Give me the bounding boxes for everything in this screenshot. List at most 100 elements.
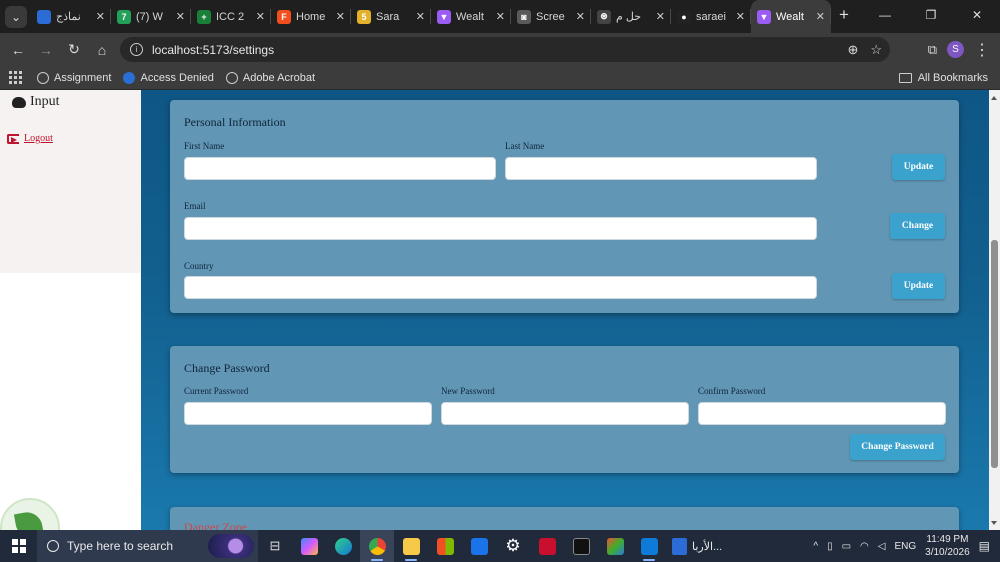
browser-tab[interactable]: ▼ Wealt ✕ (431, 0, 511, 33)
tab-favicon-icon: + (197, 9, 211, 24)
battery-icon[interactable]: ▭ (842, 541, 851, 552)
zoom-icon[interactable]: ⊕ (847, 42, 858, 58)
browser-tab[interactable]: F Home ✕ (271, 0, 351, 33)
bookmarks-bar: Assignment Access Denied Adobe Acrobat A… (0, 66, 1000, 90)
close-tab-icon[interactable]: ✕ (176, 10, 185, 23)
task-view-icon[interactable]: ⊟ (258, 530, 292, 562)
logout-label: Logout (24, 133, 53, 144)
tab-favicon-icon: ▼ (757, 9, 771, 24)
ms-store-icon[interactable] (428, 530, 462, 562)
terminal-icon[interactable] (564, 530, 598, 562)
browser-tab[interactable]: + ICC 2 ✕ (191, 0, 271, 33)
bookmark-assignment[interactable]: Assignment (31, 71, 117, 84)
close-window-icon[interactable]: ✕ (954, 0, 1000, 30)
close-tab-icon[interactable]: ✕ (576, 10, 585, 23)
tab-title: Home (296, 10, 326, 23)
tab-title: Wealt (776, 10, 804, 23)
browser-tab[interactable]: ⊛ حل م ✕ (591, 0, 671, 33)
word-doc-taskbar-item[interactable]: الأربا... (666, 530, 728, 562)
forward-arrow-icon[interactable]: → (32, 36, 60, 64)
git-icon[interactable] (598, 530, 632, 562)
back-arrow-icon[interactable]: ← (4, 36, 32, 64)
taskbar-search-box[interactable]: Type here to search (37, 530, 258, 562)
wifi-icon[interactable]: ◠ (860, 541, 869, 552)
email-input[interactable] (184, 217, 817, 240)
extensions-icon[interactable]: ⧉ (928, 42, 937, 58)
profile-avatar[interactable]: S (947, 41, 964, 58)
vscode-icon[interactable] (632, 530, 666, 562)
tab-search-chevron-icon[interactable]: ⌄ (5, 6, 27, 28)
all-bookmarks-button[interactable]: All Bookmarks (898, 71, 988, 84)
browser-tab[interactable]: ▼ Wealt ✕ (751, 0, 831, 33)
restore-icon[interactable]: ❐ (908, 0, 954, 30)
chrome-icon[interactable] (360, 530, 394, 562)
clock[interactable]: 11:49 PM 3/10/2026 (925, 533, 970, 559)
scroll-down-icon[interactable] (991, 521, 997, 525)
current-password-label: Current Password (184, 386, 249, 396)
scrollbar-thumb[interactable] (991, 240, 998, 468)
last-name-input[interactable] (505, 157, 817, 180)
change-email-button[interactable]: Change (890, 213, 945, 239)
close-tab-icon[interactable]: ✕ (336, 10, 345, 23)
bookmark-adobe-acrobat[interactable]: Adobe Acrobat (220, 71, 321, 84)
globe-icon (37, 71, 49, 84)
reload-icon[interactable]: ↻ (60, 36, 88, 64)
speaker-icon[interactable]: ◁ (878, 541, 886, 552)
email-label: Email (184, 201, 206, 211)
browser-tab[interactable]: 5 Sara ✕ (351, 0, 431, 33)
browser-tab[interactable]: ◙ Scree ✕ (511, 0, 591, 33)
notifications-icon[interactable]: ▤ (979, 539, 990, 553)
bookmark-label: Assignment (54, 71, 112, 84)
device-icon[interactable]: ▯ (827, 541, 833, 552)
close-tab-icon[interactable]: ✕ (736, 10, 745, 23)
sidebar-item-input[interactable]: Input (12, 94, 60, 110)
bookmark-access-denied[interactable]: Access Denied (117, 71, 219, 84)
tray-chevron-icon[interactable]: ^ (813, 541, 818, 552)
all-bookmarks-label: All Bookmarks (917, 71, 988, 84)
current-password-input[interactable] (184, 402, 432, 425)
file-explorer-icon[interactable] (394, 530, 428, 562)
scroll-up-icon[interactable] (991, 96, 997, 100)
last-name-label: Last Name (505, 141, 545, 151)
tab-title: Scree (536, 10, 565, 23)
first-name-input[interactable] (184, 157, 496, 180)
close-tab-icon[interactable]: ✕ (96, 10, 105, 23)
folder-icon (898, 72, 912, 83)
copilot-icon[interactable] (292, 530, 326, 562)
browser-tab[interactable]: نماذج ✕ (31, 0, 111, 33)
settings-gear-icon[interactable]: ⚙ (496, 530, 530, 562)
tab-title: حل م (616, 11, 641, 23)
update-name-button[interactable]: Update (892, 154, 945, 180)
new-password-input[interactable] (441, 402, 689, 425)
change-password-button[interactable]: Change Password (850, 434, 945, 460)
country-input[interactable] (184, 276, 817, 299)
mcafee-icon[interactable] (530, 530, 564, 562)
bookmark-star-icon[interactable]: ☆ (870, 42, 882, 58)
tab-title: Sara (376, 10, 400, 23)
change-password-card: Change Password Current Password New Pas… (170, 346, 959, 473)
minimize-icon[interactable]: — (862, 0, 908, 30)
new-tab-button[interactable]: + (839, 5, 849, 25)
logout-link[interactable]: Logout (7, 133, 53, 144)
tab-title: Wealt (456, 10, 484, 23)
edge-icon[interactable] (326, 530, 360, 562)
address-bar[interactable]: i localhost:5173/settings ⊕ ☆ (120, 37, 890, 62)
language-indicator[interactable]: ENG (894, 541, 916, 552)
word-icon (672, 537, 687, 555)
confirm-password-input[interactable] (698, 402, 946, 425)
update-country-button[interactable]: Update (892, 273, 945, 299)
mail-icon[interactable] (462, 530, 496, 562)
browser-tab[interactable]: ● saraei ✕ (671, 0, 751, 33)
windows-start-icon[interactable] (12, 539, 26, 553)
menu-kebab-icon[interactable]: ⋮ (974, 40, 990, 60)
close-tab-icon[interactable]: ✕ (256, 10, 265, 23)
close-tab-icon[interactable]: ✕ (496, 10, 505, 23)
browser-tab[interactable]: 7 (7) W ✕ (111, 0, 191, 33)
close-tab-icon[interactable]: ✕ (816, 10, 825, 23)
apps-grid-icon[interactable] (9, 70, 23, 85)
page-scrollbar[interactable] (989, 90, 1000, 530)
home-icon[interactable]: ⌂ (88, 36, 116, 64)
site-info-icon[interactable]: i (130, 43, 143, 56)
close-tab-icon[interactable]: ✕ (656, 10, 665, 23)
close-tab-icon[interactable]: ✕ (416, 10, 425, 23)
